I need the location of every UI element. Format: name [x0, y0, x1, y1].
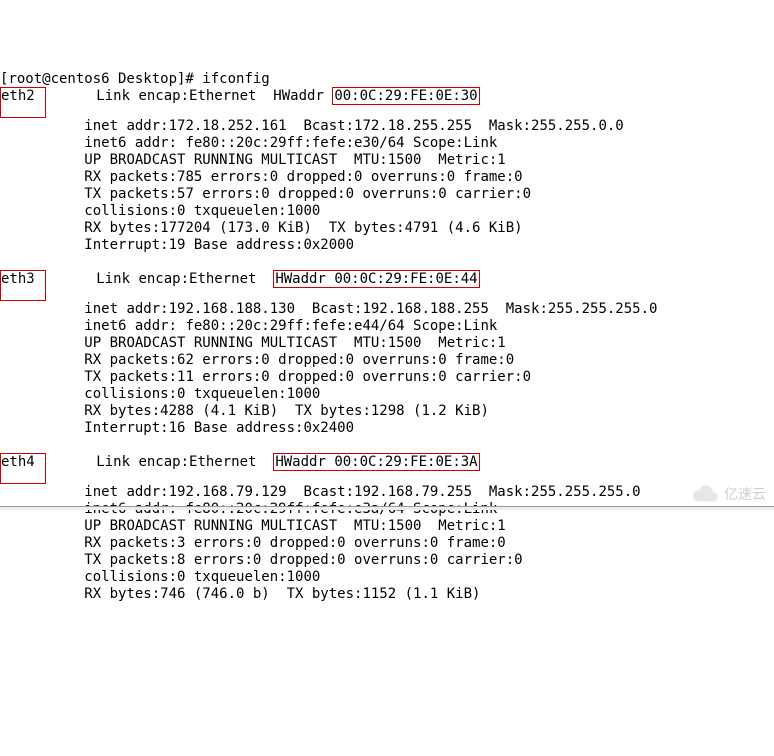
- terminal-output: [root@centos6 Desktop]# ifconfig eth2 Li…: [0, 68, 774, 603]
- iface-line: RX packets:3 errors:0 dropped:0 overruns…: [84, 535, 505, 551]
- iface-line: UP BROADCAST RUNNING MULTICAST MTU:1500 …: [84, 152, 505, 168]
- taskbar: [0, 506, 774, 510]
- iface-block-0: eth2 Link encap:Ethernet HWaddr 00:0C:29…: [0, 88, 774, 254]
- iface-line: inet addr:192.168.188.130 Bcast:192.168.…: [84, 301, 657, 317]
- iface-line: TX packets:57 errors:0 dropped:0 overrun…: [84, 186, 531, 202]
- hwaddr-box-2: HWaddr 00:0C:29:FE:0E:3A: [273, 453, 479, 471]
- iface-line: inet addr:192.168.79.129 Bcast:192.168.7…: [84, 484, 640, 500]
- cloud-icon: [688, 484, 720, 504]
- iface-block-1: eth3 Link encap:Ethernet HWaddr 00:0C:29…: [0, 271, 774, 437]
- iface-line: collisions:0 txqueuelen:1000: [84, 569, 320, 585]
- iface-encap-1: Link encap:Ethernet: [96, 271, 273, 287]
- watermark-text: 亿速云: [724, 486, 766, 503]
- command-text: ifconfig: [202, 71, 269, 87]
- iface-name-2: eth4: [0, 453, 46, 484]
- iface-line: Interrupt:19 Base address:0x2000: [84, 237, 354, 253]
- iface-line: inet addr:172.18.252.161 Bcast:172.18.25…: [84, 118, 623, 134]
- iface-block-2: eth4 Link encap:Ethernet HWaddr 00:0C:29…: [0, 454, 774, 603]
- iface-line: inet6 addr: fe80::20c:29ff:fefe:e30/64 S…: [84, 135, 497, 151]
- iface-line: inet6 addr: fe80::20c:29ff:fefe:e44/64 S…: [84, 318, 497, 334]
- iface-encap-0: Link encap:Ethernet HWaddr: [96, 88, 332, 104]
- iface-name-0: eth2: [0, 87, 46, 118]
- iface-line: RX packets:785 errors:0 dropped:0 overru…: [84, 169, 522, 185]
- iface-line: collisions:0 txqueuelen:1000: [84, 386, 320, 402]
- iface-line: RX bytes:4288 (4.1 KiB) TX bytes:1298 (1…: [84, 403, 489, 419]
- iface-encap-2: Link encap:Ethernet: [96, 454, 273, 470]
- iface-line: TX packets:11 errors:0 dropped:0 overrun…: [84, 369, 531, 385]
- watermark: 亿速云: [688, 484, 766, 504]
- iface-line: UP BROADCAST RUNNING MULTICAST MTU:1500 …: [84, 518, 505, 534]
- iface-line: collisions:0 txqueuelen:1000: [84, 203, 320, 219]
- iface-line: TX packets:8 errors:0 dropped:0 overruns…: [84, 552, 522, 568]
- iface-line: RX bytes:177204 (173.0 KiB) TX bytes:479…: [84, 220, 522, 236]
- hwaddr-box-1: HWaddr 00:0C:29:FE:0E:44: [273, 270, 479, 288]
- shell-prompt: [root@centos6 Desktop]#: [0, 71, 202, 87]
- iface-name-1: eth3: [0, 270, 46, 301]
- iface-line: RX packets:62 errors:0 dropped:0 overrun…: [84, 352, 514, 368]
- iface-line: Interrupt:16 Base address:0x2400: [84, 420, 354, 436]
- iface-line: UP BROADCAST RUNNING MULTICAST MTU:1500 …: [84, 335, 505, 351]
- hwaddr-box-0: 00:0C:29:FE:0E:30: [332, 87, 479, 105]
- iface-line: RX bytes:746 (746.0 b) TX bytes:1152 (1.…: [84, 586, 480, 602]
